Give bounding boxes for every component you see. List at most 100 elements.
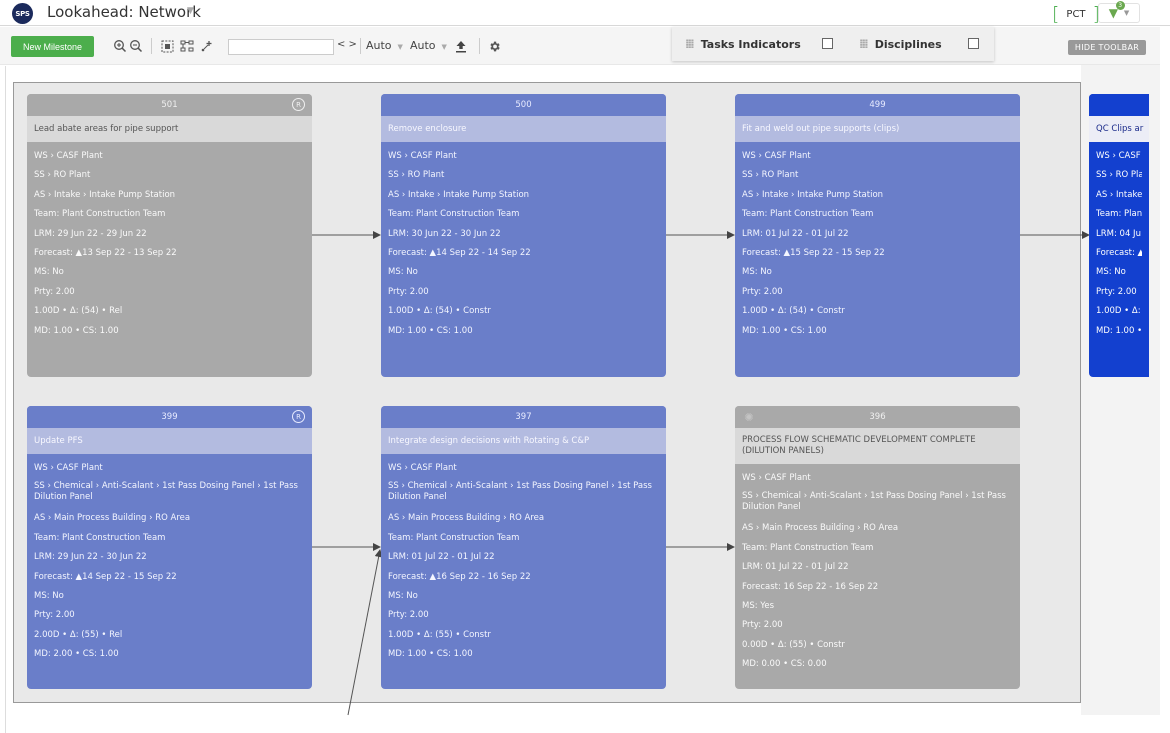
task-detail-row: MD: 1.00 • CS: 1.00 [388,649,473,660]
milestone-icon: ✺ [744,410,754,424]
page-title[interactable]: Lookahead: Network [47,3,201,21]
indicator-panel: ⁞⁞⁞ Tasks Indicators ⁞⁞⁞ Disciplines [672,27,994,61]
task-detail-row: AS › Intake › Intake Pump Station [34,189,176,200]
filter-button[interactable]: ▼ 3 ▼ [1098,1,1140,23]
task-title: Fit and weld out pipe supports (clips) [735,116,1020,142]
task-detail-row: MS: No [34,267,64,278]
task-detail-row: MS: No [388,267,418,278]
task-card[interactable]: 499 Fit and weld out pipe supports (clips… [735,94,1020,377]
task-card-header: 399 R [27,406,312,428]
chevron-down-icon: ▼ [1123,9,1130,17]
chevron-down-icon: ▼ [441,43,447,51]
disciplines-label: Disciplines [874,37,942,51]
task-detail-row: LRM: 30 Jun 22 - 30 Jun 22 [388,228,501,239]
released-badge-icon: R [292,410,305,423]
task-detail-row: SS › Chemical › Anti-Scalant › 1st Pass … [742,491,1006,513]
pct-toggle[interactable]: [ PCT ] [1052,4,1100,24]
hide-toolbar-button[interactable]: HIDE TOOLBAR [1068,40,1146,55]
task-detail-row: WS › CASF [1096,151,1141,161]
upload-icon[interactable] [455,38,467,54]
task-detail-row: Team: Plant Construction Team [34,209,166,220]
task-detail-row: SS › RO Pla [1096,170,1142,181]
task-card[interactable]: 399 R Update PFS WS › CASF Plant SS › Chemic… [27,406,312,689]
task-title: PROCESS FLOW SCHEMATIC DEVELOPMENT COMPL… [735,428,1020,464]
task-card-header: 397 [381,406,666,428]
toolbar-separator [151,38,152,54]
task-detail-row: WS › CASF Plant [388,463,457,473]
tasks-indicators-checkbox[interactable] [822,38,833,49]
task-detail-row: AS › Main Process Building › RO Area [34,513,191,524]
task-detail-row: Forecast: ▲15 Sep 22 - 15 Sep 22 [742,247,885,258]
task-detail-row: MD: 1.00 • CS: 1.00 [388,325,473,336]
task-details: WS › CASF Plant SS › Chemical › Anti-Scal… [27,454,312,666]
task-details: WS › CASF Plant SS › RO Plant AS › Intake … [381,142,666,342]
auto-select-2-value: Auto [410,39,436,52]
auto-select-1[interactable]: Auto ▼ [366,39,403,52]
auto-select-2[interactable]: Auto ▼ [410,39,447,52]
task-id: 501 [161,100,178,110]
tasks-indicators-toggle[interactable]: ⁞⁞⁞ Tasks Indicators [685,37,801,51]
task-detail-row: LRM: 29 Jun 22 - 29 Jun 22 [34,228,147,239]
task-detail-row: Team: Plant Construction Team [388,209,520,220]
disciplines-toggle[interactable]: ⁞⁞⁞ Disciplines [859,37,942,51]
task-card-header: 499 [735,94,1020,116]
task-detail-row: 1.00D • Δ: (55) • Constr [388,629,491,640]
drag-handle-icon[interactable]: ⁞⁞⁞ [859,37,869,51]
released-badge-icon: R [292,98,305,111]
task-detail-row: MD: 0.00 • CS: 0.00 [742,659,827,670]
fit-to-screen-icon[interactable] [161,38,174,54]
zoom-out-icon[interactable] [129,38,143,54]
add-link-icon[interactable] [200,38,213,54]
task-card-header: 500 [381,94,666,116]
drag-handle-icon[interactable]: ⁞⁞⁞ [685,37,695,51]
task-id: 500 [515,100,532,110]
left-edge [0,66,6,733]
task-detail-row: WS › CASF Plant [742,473,811,483]
task-detail-row: Team: Plant Construction Team [742,209,874,220]
task-detail-row: WS › CASF Plant [742,151,811,161]
search-input[interactable] [228,39,334,55]
task-id: 396 [869,412,886,422]
task-detail-row: LRM: 01 Jul 22 - 01 Jul 22 [742,228,849,239]
task-detail-row: MD: 1.00 • CS: 1.00 [34,325,119,336]
search-nav-arrows[interactable]: < > [337,39,357,50]
zoom-in-icon[interactable] [113,38,127,54]
app-header: SPS Lookahead: Network ▼ [ PCT ] ▼ 3 ▼ [0,0,1170,26]
task-detail-row: Prty: 2.00 [34,286,75,297]
task-details: WS › CASF Plant SS › Chemical › Anti-Scal… [735,464,1020,676]
chevron-down-icon[interactable]: ▼ [187,6,194,16]
task-details: WS › CASF Plant SS › RO Plant AS › Intake … [27,142,312,342]
task-detail-row: 2.00D • Δ: (55) • Rel [34,629,123,640]
toolbar-separator [479,38,480,54]
task-card[interactable]: QC Clips ar WS › CASF SS › RO Pla AS › Inta… [1089,94,1149,377]
task-detail-row: MD: 2.00 • CS: 1.00 [34,649,119,660]
task-detail-row: AS › Main Process Building › RO Area [388,513,545,524]
layout-icon[interactable] [180,38,194,54]
new-milestone-button[interactable]: New Milestone [11,36,94,57]
task-detail-row: Prty: 2.00 [742,286,783,297]
tasks-indicators-label: Tasks Indicators [700,37,801,51]
toolbar: New Milestone < > Auto ▼ Auto ▼ ⁞⁞⁞ Tasks … [0,27,1160,65]
bracket-left-icon: [ [1052,3,1060,25]
app-logo[interactable]: SPS [12,3,33,24]
task-detail-row: 1.00D • Δ: (54) • Constr [742,306,845,317]
task-card[interactable]: 396 ✺ PROCESS FLOW SCHEMATIC DEVELOPMENT C… [735,406,1020,689]
disciplines-checkbox[interactable] [968,38,979,49]
task-card-header: 396 ✺ [735,406,1020,428]
task-card-header [1089,94,1149,116]
task-detail-row: AS › Intake › Intake Pump Station [742,189,884,200]
task-id: 499 [869,100,886,110]
task-title: Integrate design decisions with Rotating… [381,428,666,454]
task-card[interactable]: 500 Remove enclosure WS › CASF Plant SS › R… [381,94,666,377]
task-detail-row: AS › Intake › Intake Pump Station [388,189,530,200]
task-detail-row: LRM: 01 Jul 22 - 01 Jul 22 [388,552,495,563]
filter-icon: ▼ 3 [1109,1,1125,20]
task-card[interactable]: 501 R Lead abate areas for pipe support WS … [27,94,312,377]
task-id: 397 [515,412,532,422]
toolbar-separator [360,38,361,54]
gear-icon[interactable] [488,38,501,54]
task-id: 399 [161,412,178,422]
task-detail-row: Prty: 2.00 [388,610,429,621]
task-card[interactable]: 397 Integrate design decisions with Rotat… [381,406,666,689]
task-detail-row: 0.00D • Δ: (55) • Constr [742,639,845,650]
